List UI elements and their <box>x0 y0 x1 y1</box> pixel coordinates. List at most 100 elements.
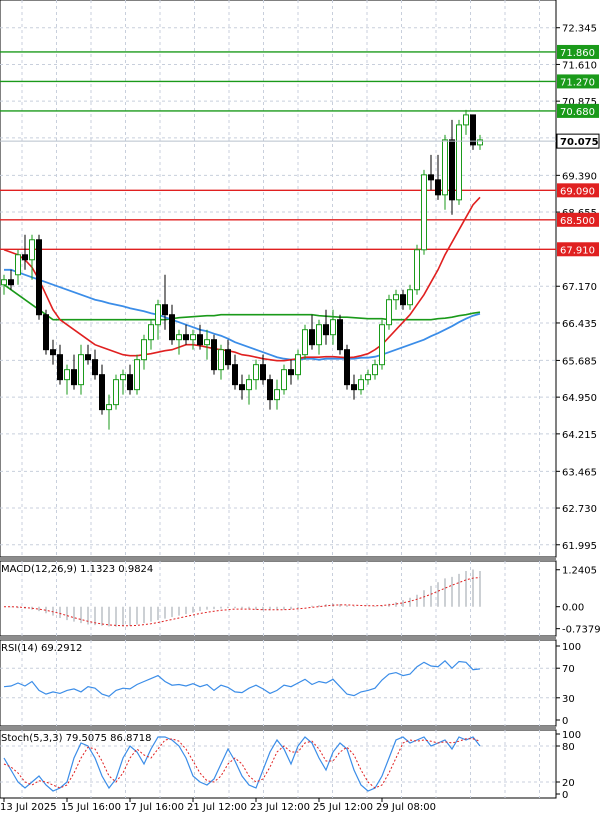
candle-body <box>1 279 7 286</box>
panel-separator <box>0 557 556 561</box>
chart-root: 72.34571.61070.87570.14069.39068.65567.1… <box>0 0 600 816</box>
x-axis-label: 15 Jul 16:00 <box>61 802 121 813</box>
candle-body <box>8 279 14 286</box>
x-axis-label: 21 Jul 12:00 <box>187 802 247 813</box>
candle-body <box>92 359 98 376</box>
candle-body <box>225 349 231 366</box>
price-axis-label: 64.215 <box>562 430 597 441</box>
candle-body <box>393 294 399 301</box>
candle-body <box>407 289 413 306</box>
stoch-axis-label: 0 <box>562 790 568 801</box>
candle-body <box>211 339 217 371</box>
x-axis-label: 23 Jul 12:00 <box>250 802 310 813</box>
price-axis-label: 63.465 <box>562 467 597 478</box>
price-axis-label: 72.345 <box>562 24 597 35</box>
candle-body <box>386 299 392 326</box>
candle-body <box>29 239 35 261</box>
candle-body <box>99 374 105 411</box>
candle-body <box>148 324 154 341</box>
price-axis-label: 67.170 <box>562 282 597 293</box>
candle-body <box>358 379 364 391</box>
candle-body <box>379 324 385 366</box>
current-price-label: 70.075 <box>560 137 599 148</box>
candle-body <box>442 139 448 196</box>
level-label: 70.680 <box>560 107 595 118</box>
stoch-axis-label: 80 <box>562 742 575 753</box>
macd-axis-label: 0.00 <box>562 603 584 614</box>
rsi-axis-label: 100 <box>562 642 581 653</box>
candle-body <box>414 249 420 291</box>
candle-body <box>372 364 378 376</box>
candle-body <box>176 334 182 341</box>
x-axis-label: 13 Jul 2025 <box>0 802 57 813</box>
price-panel-frame <box>0 0 557 558</box>
candle-body <box>71 369 77 386</box>
candle-body <box>113 379 119 406</box>
level-label: 71.860 <box>560 48 595 59</box>
candle-body <box>323 324 329 336</box>
candle-body <box>162 304 168 316</box>
candle-body <box>85 354 91 361</box>
candle-body <box>190 334 196 341</box>
x-axis-label: 25 Jul 12:00 <box>313 802 373 813</box>
candle-body <box>421 174 427 251</box>
candle-body <box>295 354 301 376</box>
candle-body <box>106 404 112 411</box>
candle-body <box>435 179 441 196</box>
panel-separator <box>0 636 556 640</box>
price-axis-label: 71.610 <box>562 60 597 71</box>
candle-body <box>463 114 469 126</box>
candle-body <box>281 369 287 391</box>
level-label: 67.910 <box>560 245 595 256</box>
candle-body <box>288 369 294 376</box>
stoch-axis-label: 100 <box>562 730 581 741</box>
candle-body <box>78 354 84 386</box>
candle-body <box>246 379 252 391</box>
candle-body <box>155 304 161 326</box>
rsi-axis-label: 30 <box>562 694 575 705</box>
candle-body <box>57 354 63 381</box>
macd-axis-label: 1.2405 <box>562 566 597 577</box>
macd-indicator-label: MACD(12,26,9) 1.1323 0.9824 <box>1 564 153 575</box>
candle-body <box>204 339 210 346</box>
price-axis-label: 61.995 <box>562 541 597 552</box>
candle-body <box>64 369 70 381</box>
trading-chart: 72.34571.61070.87570.14069.39068.65567.1… <box>0 0 600 813</box>
candle-body <box>43 314 49 351</box>
candle-body <box>428 174 434 181</box>
candle-body <box>316 324 322 346</box>
candle-body <box>309 329 315 346</box>
candle-body <box>218 349 224 371</box>
candle-body <box>141 339 147 361</box>
candle-body <box>456 124 462 201</box>
candle-body <box>337 319 343 351</box>
candle-body <box>267 379 273 401</box>
candle-body <box>449 139 455 201</box>
rsi-axis-label: 70 <box>562 664 575 675</box>
candle-body <box>344 349 350 386</box>
candle-body <box>302 329 308 356</box>
candle-body <box>169 314 175 341</box>
candle-body <box>470 114 476 146</box>
candle-body <box>260 364 266 381</box>
candle-body <box>134 359 140 391</box>
candle-body <box>50 349 56 356</box>
candle-body <box>400 294 406 306</box>
price-axis-label: 69.390 <box>562 171 597 182</box>
rsi-indicator-label: RSI(14) 69.2912 <box>1 643 82 654</box>
candle-body <box>351 384 357 391</box>
candle-body <box>330 319 336 336</box>
price-axis-label: 66.435 <box>562 319 597 330</box>
level-label: 69.090 <box>560 186 595 197</box>
price-axis-label: 64.950 <box>562 393 597 404</box>
panel-separator <box>0 726 556 730</box>
x-axis-label: 29 Jul 08:00 <box>376 802 436 813</box>
candle-body <box>183 334 189 341</box>
candle-body <box>274 389 280 401</box>
candle-body <box>197 334 203 346</box>
stoch-indicator-label: Stoch(5,3,3) 79.5075 86.8718 <box>1 733 152 744</box>
level-label: 71.270 <box>560 77 595 88</box>
macd-axis-label: -0.7379 <box>562 625 600 636</box>
rsi-axis-label: 0 <box>562 716 568 727</box>
rsi-panel-frame <box>0 639 557 727</box>
